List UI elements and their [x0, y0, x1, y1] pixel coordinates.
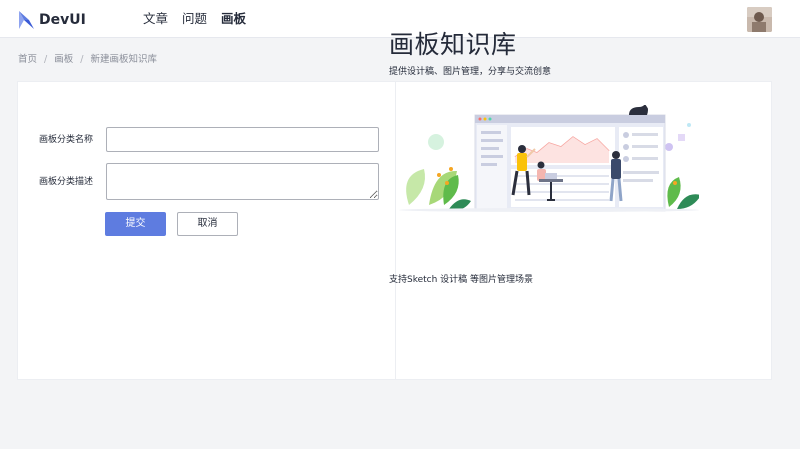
- brand-logo[interactable]: DevUI: [18, 10, 86, 30]
- devui-logo-icon: [19, 11, 34, 29]
- board-name-input[interactable]: [106, 127, 379, 152]
- breadcrumb: 首页 / 画板 / 新建画板知识库: [18, 53, 157, 67]
- nav-item-questions[interactable]: 问题: [182, 9, 207, 29]
- nav-item-articles[interactable]: 文章: [143, 9, 168, 29]
- avatar-image: [747, 7, 772, 32]
- breadcrumb-home[interactable]: 首页: [18, 53, 37, 67]
- submit-button[interactable]: 提交: [105, 212, 166, 236]
- breadcrumb-boards[interactable]: 画板: [54, 53, 73, 67]
- nav-item-boards[interactable]: 画板: [221, 9, 246, 29]
- breadcrumb-current: 新建画板知识库: [90, 54, 157, 65]
- breadcrumb-separator: /: [44, 54, 48, 65]
- main-nav: 文章 问题 画板: [143, 9, 246, 29]
- board-desc-textarea[interactable]: [106, 163, 379, 200]
- breadcrumb-separator: /: [80, 54, 84, 65]
- team-collaboration-illustration: [399, 105, 699, 212]
- brand-name: DevUI: [39, 12, 86, 28]
- cancel-button[interactable]: 取消: [177, 212, 238, 236]
- board-desc-label: 画板分类描述: [39, 177, 94, 187]
- board-name-label: 画板分类名称: [39, 135, 94, 145]
- hero-subtitle: 提供设计稿、图片管理，分享与交流创意: [389, 67, 552, 77]
- user-avatar[interactable]: [747, 7, 772, 32]
- hero-title: 画板知识库: [389, 30, 517, 59]
- hero-footer-text: 支持Sketch 设计稿 等图片管理场景: [389, 275, 534, 285]
